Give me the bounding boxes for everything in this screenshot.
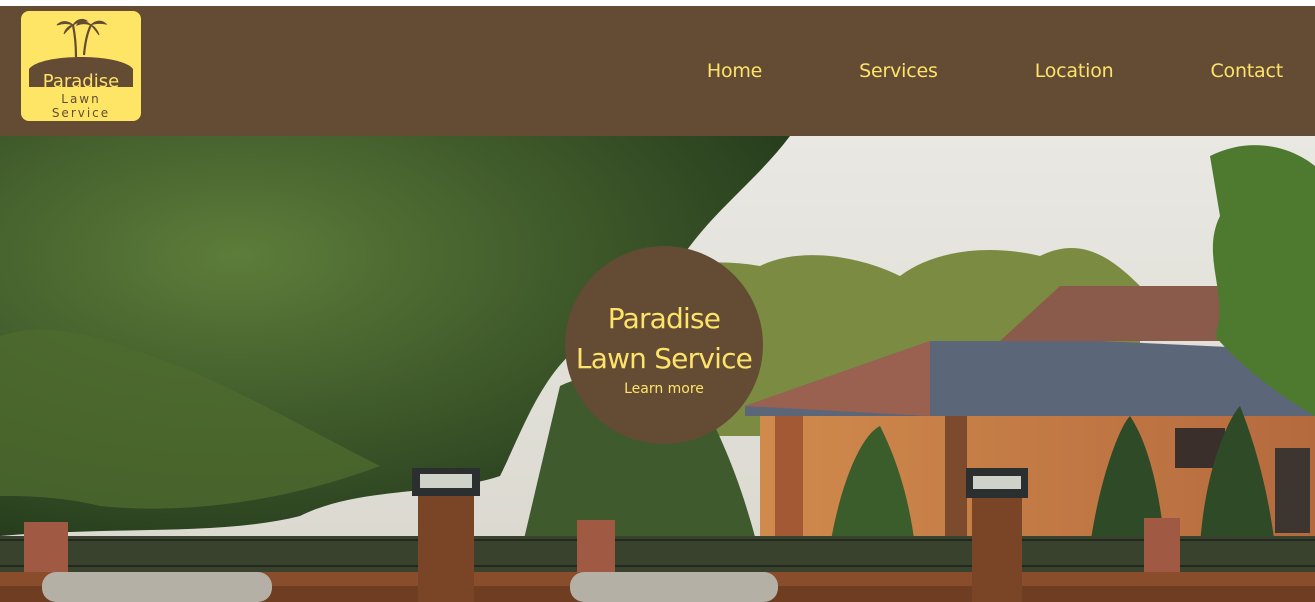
learn-more-link[interactable]: Learn more (624, 381, 704, 397)
site-header: Paradise Lawn Service Home Services Loca… (0, 6, 1315, 136)
hero-section: Paradise Lawn Service Learn more (0, 136, 1315, 602)
hero-title-line1: Paradise (607, 302, 721, 335)
logo-badge: Paradise Lawn Service (21, 11, 141, 121)
nav-location[interactable]: Location (1035, 60, 1114, 82)
nav-contact[interactable]: Contact (1210, 60, 1283, 82)
main-nav: Home Services Location Contact (707, 56, 1283, 86)
nav-home[interactable]: Home (707, 60, 763, 82)
logo[interactable]: Paradise Lawn Service (21, 11, 141, 121)
logo-line1: Paradise (43, 71, 119, 92)
logo-line2: Lawn (61, 92, 100, 106)
hero-title-line2: Lawn Service (575, 342, 753, 375)
nav-services[interactable]: Services (859, 60, 938, 82)
hero-badge: Paradise Lawn Service Learn more (565, 246, 763, 444)
logo-line3: Service (52, 106, 110, 120)
